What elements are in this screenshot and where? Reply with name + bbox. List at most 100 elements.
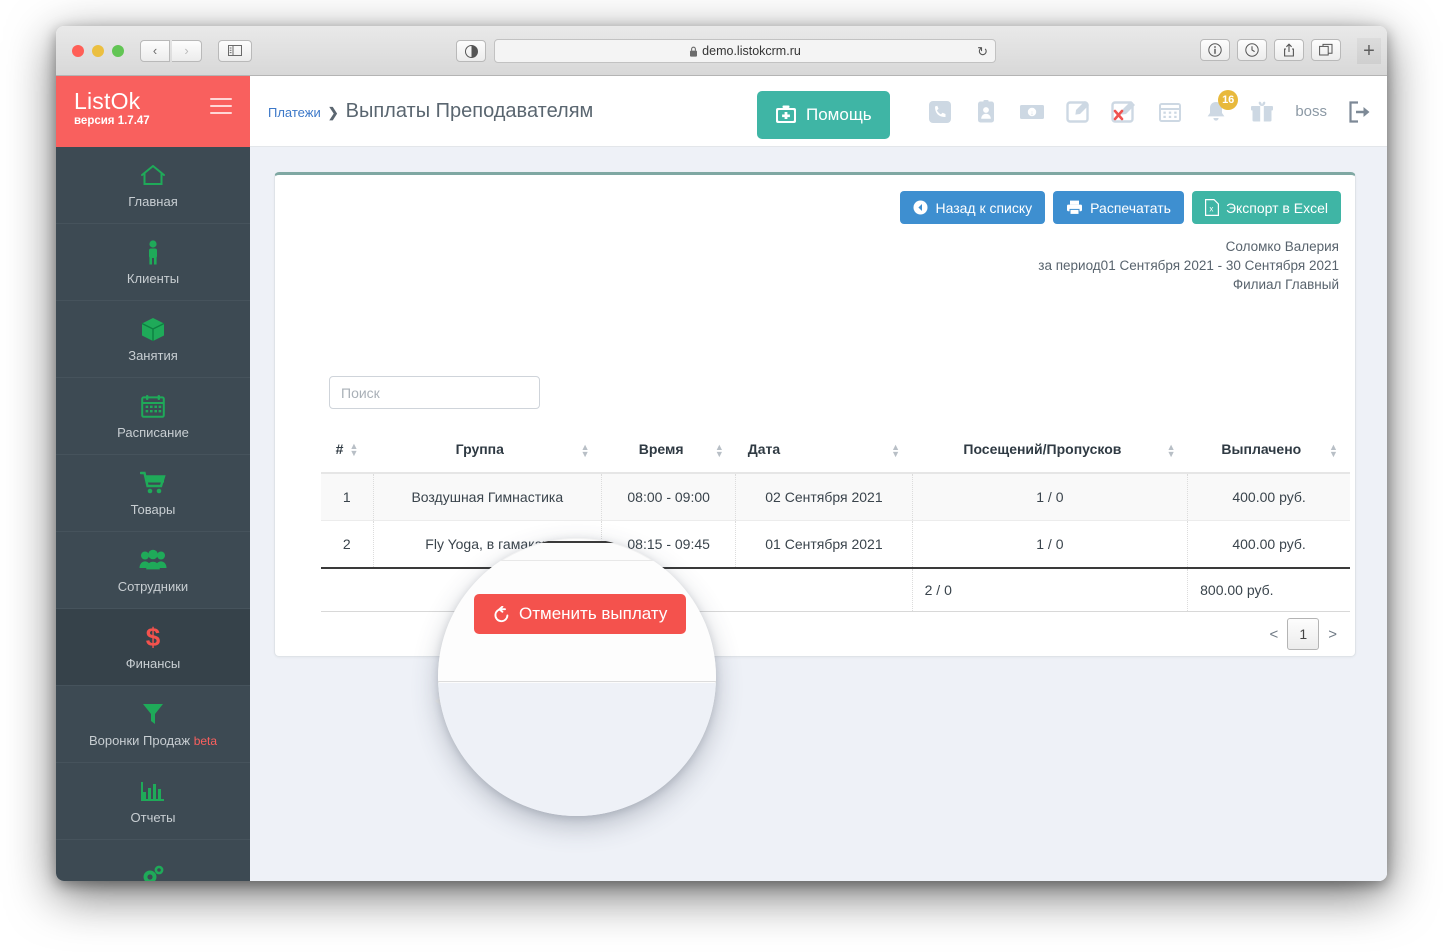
cell-attendance: 1 / 0 [912,473,1189,521]
sidebar-item-klienty[interactable]: Клиенты [56,224,250,301]
person-icon [143,239,163,265]
next-page-button[interactable]: > [1328,626,1337,643]
sidebar-item-finansy[interactable]: $ Финансы [56,609,250,686]
sidebar-item-zanyatiya[interactable]: Занятия [56,301,250,378]
column-header-num[interactable]: # ▲ ▼ [321,431,374,474]
sort-icon: ▲ ▼ [1166,442,1176,459]
main-content: Платежи ❯ Выплаты Преподавателям Помощь [250,76,1387,881]
sort-icon: ▲ ▼ [891,442,901,459]
page-viewport: ListOk версия 1.7.47 Главная Клиенты Зан… [56,76,1387,881]
column-header-time[interactable]: Время ▲ ▼ [601,431,736,474]
page-number-1[interactable]: 1 [1287,618,1320,650]
export-excel-button[interactable]: x Экспорт в Excel [1191,191,1341,224]
breadcrumb-parent-link[interactable]: Платежи [268,105,321,120]
sidebar-label: Занятия [128,348,178,363]
report-teacher: Соломко Валерия [1225,239,1339,254]
show-tabs-button[interactable] [1311,39,1341,61]
plus-icon: + [1363,39,1375,62]
banknote-icon[interactable]: ↓ [1019,99,1045,125]
reader-view-button[interactable] [456,40,486,62]
calendar-small-icon[interactable] [1157,99,1183,125]
app-version: версия 1.7.47 [74,115,150,127]
excel-file-icon: x [1204,199,1219,216]
column-header-group[interactable]: Группа ▲ ▼ [373,431,602,474]
funnel-icon [141,701,165,727]
cell-paid: 400.00 руб. [1187,520,1350,569]
svg-text:x: x [1209,204,1213,213]
cell-group: Воздушная Гимнастика [373,473,603,521]
url-text-wrap: demo.listokcrm.ru [689,44,801,58]
dollar-icon: $ [144,623,162,651]
forward-button[interactable]: › [172,39,202,62]
user-name[interactable]: boss [1295,103,1327,120]
table-row[interactable]: 1 Воздушная Гимнастика 08:00 - 09:00 02 … [321,473,1350,521]
cube-icon [141,316,165,342]
new-tab-button[interactable]: + [1357,38,1381,64]
edit-note-icon[interactable] [1065,99,1091,125]
reload-icon[interactable]: ↻ [977,44,988,60]
forward-icon: › [184,43,189,58]
close-window-button[interactable] [72,44,84,57]
show-sidebar-button[interactable] [218,39,252,62]
header-label: Выплачено [1221,441,1302,457]
sidebar-item-settings[interactable] [56,840,250,881]
sidebar-item-voronki-prodazh[interactable]: Воронки Продаж beta [56,686,250,763]
page-info-button[interactable] [1200,39,1230,61]
address-bar[interactable]: demo.listokcrm.ru ↻ [494,39,996,63]
home-icon [140,162,166,188]
undo-icon [494,605,509,622]
window-controls[interactable] [72,44,124,57]
pagination: < 1 > [1269,618,1337,650]
minimize-window-button[interactable] [92,44,104,57]
column-header-attendance[interactable]: Посещений/Пропусков ▲ ▼ [912,431,1188,474]
navigation-buttons: ‹ › [140,39,204,62]
sidebar-item-tovary[interactable]: Товары [56,455,250,532]
button-label: Назад к списку [935,199,1033,216]
search-wrapper [329,376,540,409]
cancel-payment-label: Отменить выплату [519,604,668,623]
total-paid: 800.00 руб. [1187,567,1350,612]
bell-icon[interactable]: 16 [1203,89,1239,125]
report-meta: Соломко Валерия за период01 Сентября 202… [1038,237,1339,294]
url-text: demo.listokcrm.ru [702,44,801,58]
cell-num: 2 [321,520,374,569]
search-input[interactable] [329,376,540,409]
table-body: 1 Воздушная Гимнастика 08:00 - 09:00 02 … [321,473,1350,569]
sidebar-item-otchety[interactable]: Отчеты [56,763,250,840]
clock-icon [1245,43,1259,57]
cell-time: 08:00 - 09:00 [601,473,737,521]
magnifier-background-area [438,683,716,816]
cancel-note-icon[interactable] [1111,99,1137,125]
sidebar-label-text: Воронки Продаж [88,733,191,748]
help-button[interactable]: Помощь [757,91,890,139]
reader-icon [464,44,478,58]
svg-text:$: $ [146,623,161,651]
sidebar-item-glavnaya[interactable]: Главная [56,147,250,224]
prev-page-button[interactable]: < [1269,626,1278,643]
sidebar-brand[interactable]: ListOk версия 1.7.47 [56,76,250,147]
maximize-window-button[interactable] [112,44,124,57]
cancel-payment-button[interactable]: Отменить выплату [474,594,687,634]
hamburger-icon[interactable] [210,98,232,114]
column-header-paid[interactable]: Выплачено ▲ ▼ [1187,431,1350,474]
column-header-date[interactable]: Дата ▲ ▼ [735,431,913,474]
notification-badge: 16 [1218,89,1239,110]
share-button[interactable] [1274,39,1304,61]
gears-icon [139,862,167,881]
phone-icon[interactable] [927,99,953,125]
sidebar-item-raspisanie[interactable]: Расписание [56,378,250,455]
sidebar-label: Финансы [125,656,181,671]
id-card-icon[interactable] [973,99,999,125]
gift-icon[interactable] [1249,99,1275,125]
sidebar-label: Сотрудники [117,579,189,594]
sidebar-item-sotrudniki[interactable]: Сотрудники [56,532,250,609]
back-to-list-button[interactable]: Назад к списку [900,191,1046,224]
history-button[interactable] [1237,39,1267,61]
total-attendance: 2 / 0 [912,567,1189,612]
back-button[interactable]: ‹ [140,39,170,62]
button-label: Распечатать [1090,199,1171,216]
header-label: Группа [455,441,504,457]
logout-icon[interactable] [1347,99,1373,125]
print-button[interactable]: Распечатать [1053,191,1184,224]
page-title: Выплаты Преподавателям [345,99,594,122]
